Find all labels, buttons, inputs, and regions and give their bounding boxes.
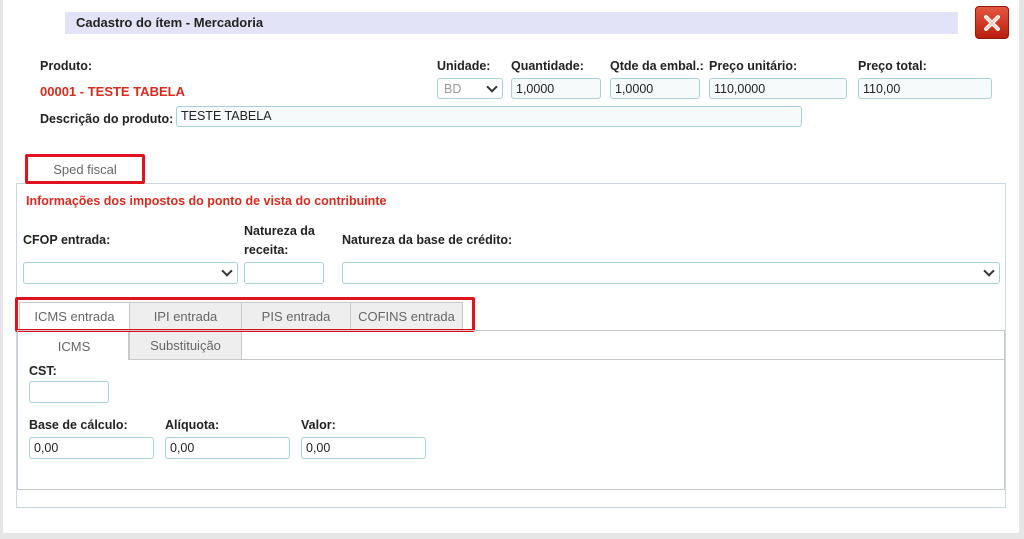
unidade-label: Unidade: [437,59,491,73]
icms-tab-line [242,359,1004,360]
chevron-down-icon [221,265,233,277]
valor-field[interactable]: 0,00 [301,437,426,459]
valor-label: Valor: [301,418,336,432]
qtde-embal-field[interactable]: 1,0000 [610,78,700,99]
cst-label: CST: [29,364,57,378]
base-calculo-field[interactable]: 0,00 [29,437,154,459]
window-border-left [0,0,3,539]
quantidade-label: Quantidade: [511,59,584,73]
dialog-title: Cadastro do ítem - Mercadoria [76,15,264,30]
unidade-select[interactable]: BD [437,78,503,99]
window-border-right [1019,0,1024,539]
close-button[interactable] [975,6,1009,39]
natureza-receita-label: Natureza da receita: [244,224,315,257]
tab-icms[interactable]: ICMS [20,332,129,360]
natureza-receita-field[interactable] [244,262,324,284]
produto-label: Produto: [40,59,93,73]
aliquota-label: Alíquota: [165,418,220,432]
tab-substituicao[interactable]: Substituição [129,332,242,360]
chevron-down-icon [486,80,498,93]
preco-total-field[interactable]: 110,00 [858,78,992,99]
base-calculo-label: Base de cálculo: [29,418,128,432]
descricao-label: Descrição do produto: [40,112,174,126]
close-icon [984,14,1000,31]
sped-info-text: Informações dos impostos do ponto de vis… [26,194,387,208]
sped-tab-highlight [25,154,145,184]
descricao-field[interactable]: TESTE TABELA [176,106,802,127]
preco-total-label: Preço total: [858,59,927,73]
chevron-down-icon [983,265,995,277]
quantidade-field[interactable]: 1,0000 [511,78,601,99]
tax-tabs-highlight [15,297,475,332]
unidade-value: BD [444,81,462,96]
preco-unitario-label: Preço unitário: [709,59,798,73]
produto-value: 00001 - TESTE TABELA [40,84,185,99]
cfop-label: CFOP entrada: [23,233,111,247]
cfop-select[interactable] [23,262,238,284]
preco-unitario-field[interactable]: 110,0000 [709,78,847,99]
aliquota-field[interactable]: 0,00 [165,437,290,459]
natureza-base-select[interactable] [342,262,1000,284]
window-border-bottom [0,533,1024,539]
cst-field[interactable] [29,381,109,403]
qtde-embal-label: Qtde da embal.: [610,59,704,73]
natureza-base-label: Natureza da base de crédito: [342,233,513,247]
